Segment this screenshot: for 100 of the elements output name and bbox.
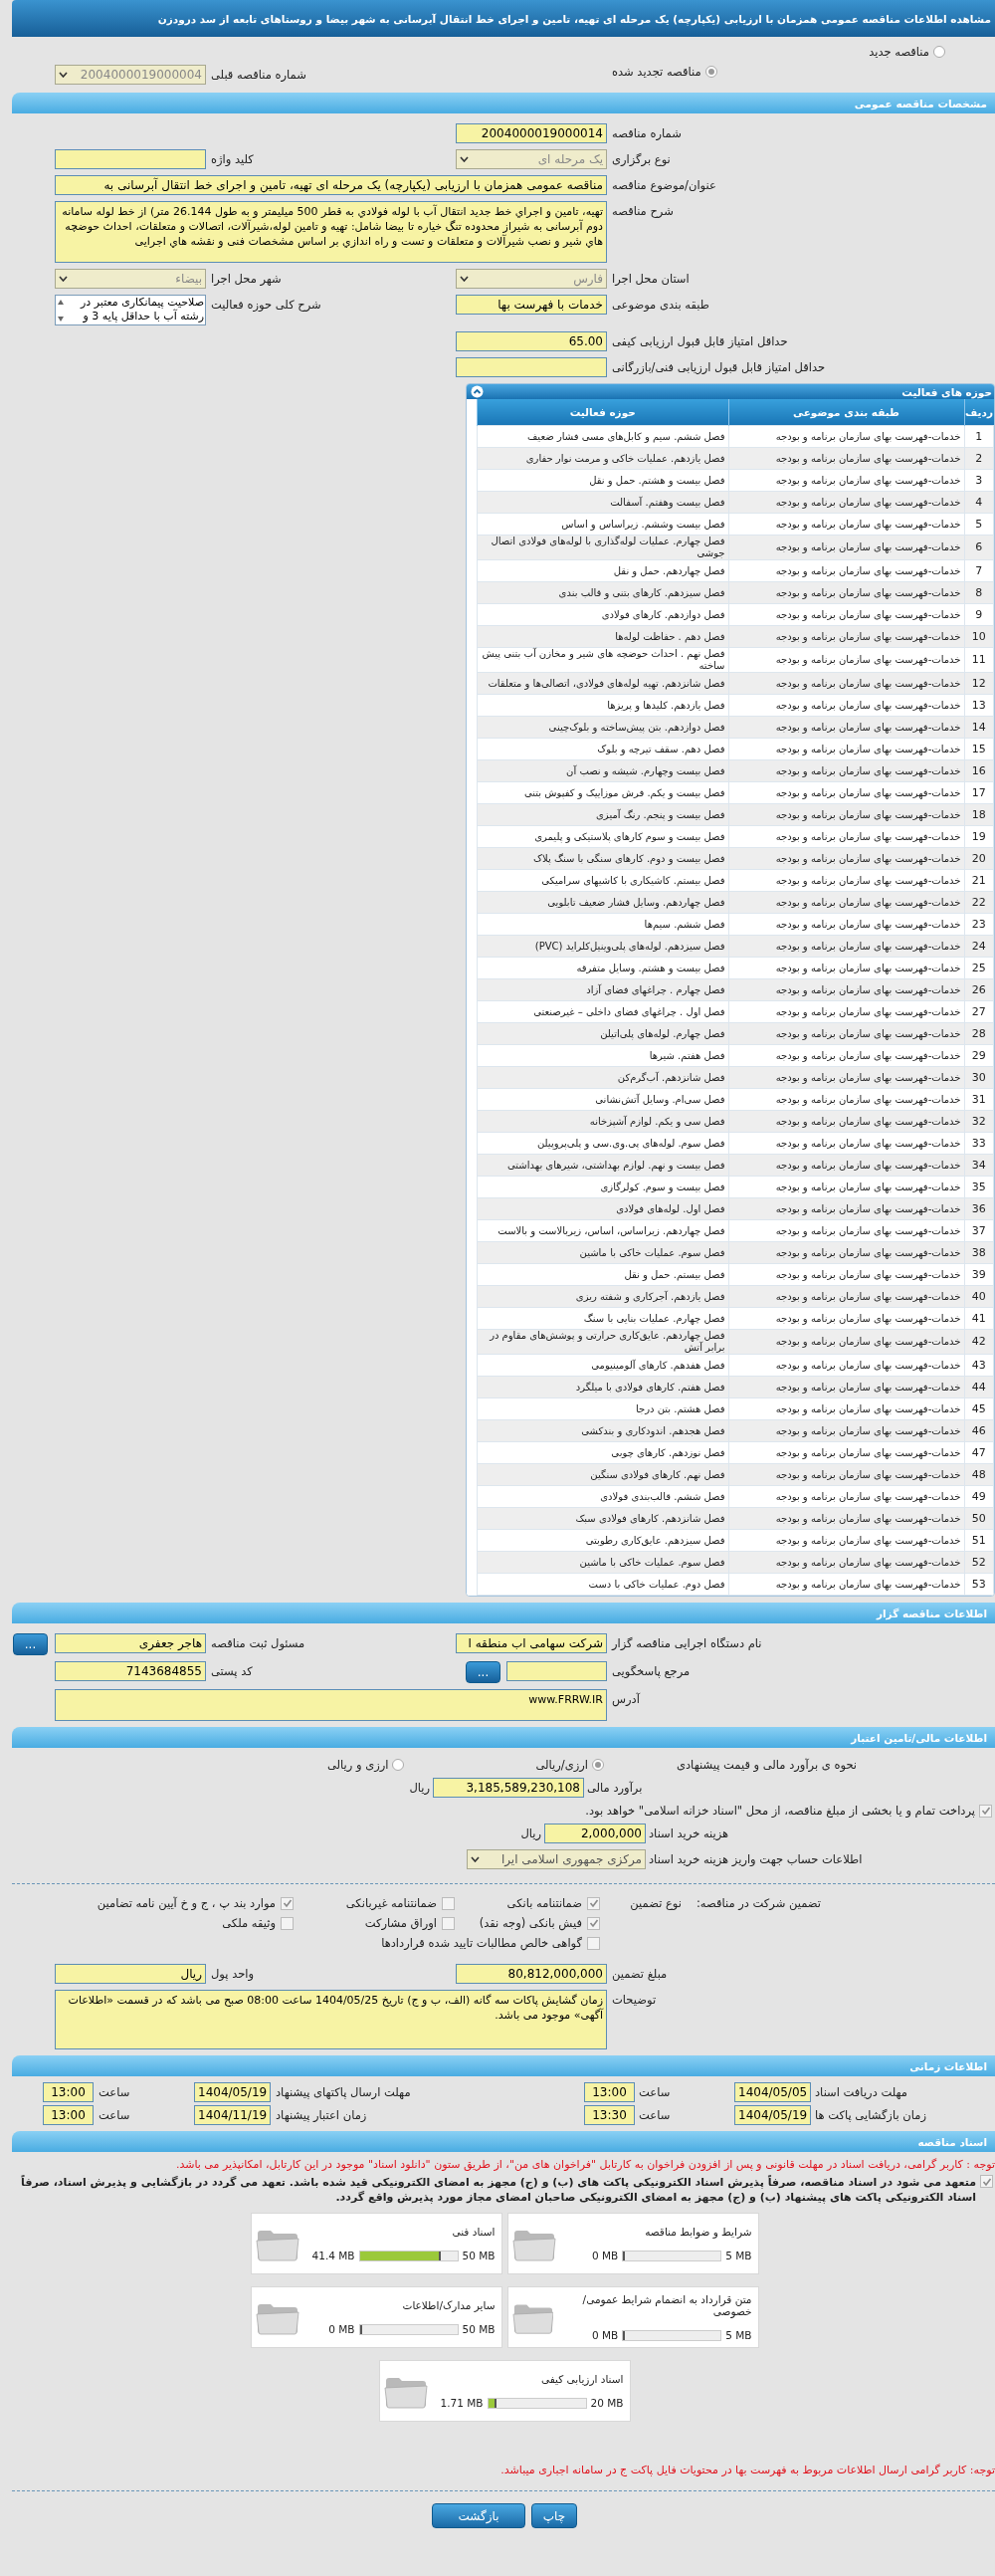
text-area[interactable]: www.FRRW.IR: [55, 1689, 607, 1721]
more-button[interactable]: ...: [13, 1633, 48, 1655]
text-area[interactable]: زمان گشایش پاکات سه گانه (الف، ب و ج) تاریخ 1404/05/25 ساعت 08:00 صبح می باشد که در قسمت «اطلاعات آگهی» موجود می باشد.: [55, 1990, 607, 2049]
input-field[interactable]: شرکت سهامی اب منطقه ا: [456, 1633, 607, 1653]
table-cell: فصل یازدهم. عملیات خاکی و مرمت نوار حفاری: [477, 447, 728, 470]
input-field[interactable]: 80,812,000,000: [456, 1964, 607, 1984]
input-field[interactable]: 7143684855: [55, 1661, 206, 1681]
table-cell: فصل چهاردهم. عایق‌کاری حرارتی و پوشش‌های مقاوم در برابر آتش: [477, 1329, 728, 1355]
checkbox[interactable]: [587, 1896, 600, 1910]
radio-label: ارزی و ریالی: [326, 1758, 389, 1772]
input-field[interactable]: 2004000019000014: [456, 123, 607, 143]
radio-button[interactable]: [704, 66, 717, 78]
table-cell: 24: [964, 935, 994, 958]
caret-icon: [460, 276, 469, 282]
radio-button[interactable]: [392, 1759, 405, 1771]
input-field[interactable]: [55, 149, 206, 169]
capacity-label: 50 MB: [462, 2250, 496, 2261]
table-cell: فصل دوازدهم. کارهای فولادی: [477, 603, 728, 626]
table-cell: خدمات-فهرست بهای سازمان برنامه و بودجه: [728, 1329, 964, 1355]
table-cell: 42: [964, 1329, 994, 1355]
table-cell: خدمات-فهرست بهای سازمان برنامه و بودجه: [728, 1022, 964, 1045]
table-cell: خدمات-فهرست بهای سازمان برنامه و بودجه: [728, 759, 964, 782]
input-field[interactable]: هاجر جعفری: [55, 1633, 206, 1653]
table-cell: خدمات-فهرست بهای سازمان برنامه و بودجه: [728, 581, 964, 604]
input-field[interactable]: 13:30: [584, 2105, 635, 2125]
table-cell: فصل هفدهم. کارهای آلومینیومی: [477, 1354, 728, 1377]
table-cell: فصل بیست و سوم. کولرگازی: [477, 1176, 728, 1198]
table-cell: 15: [964, 738, 994, 760]
input-field[interactable]: ریال: [55, 1964, 206, 1984]
checkbox[interactable]: [281, 1916, 294, 1930]
field-label: کد پستی: [211, 1664, 253, 1678]
table-cell: فصل دهم . حفاظت لوله‌ها: [477, 625, 728, 648]
radio-button[interactable]: [933, 46, 945, 58]
table-cell: فصل دهم. سقف تیرچه و بلوک: [477, 738, 728, 760]
table-cell: فصل بیست و دوم. کارهای سنگی با سنگ پلاک: [477, 847, 728, 870]
more-button[interactable]: ...: [466, 1661, 500, 1683]
table-cell: 43: [964, 1354, 994, 1377]
input-field[interactable]: 1404/05/19: [194, 2082, 271, 2102]
table-cell: فصل اول . چراغهای فضای داخلی – غیرصنعتی: [477, 1000, 728, 1023]
table-cell: 41: [964, 1307, 994, 1330]
dropdown[interactable]: مرکزی جمهوری اسلامی ایرا: [467, 1849, 646, 1869]
table-cell: فصل بیست و نهم. لوازم بهداشتی، شیرهای بهداشتی: [477, 1154, 728, 1177]
input-field[interactable]: 13:00: [43, 2082, 94, 2102]
table-cell: خدمات-فهرست بهای سازمان برنامه و بودجه: [728, 935, 964, 958]
field-label: استان محل اجرا: [612, 272, 690, 286]
table-cell: فصل نهم . احداث حوضچه های شیر و مخازن آب بتنی پیش ساخته: [477, 647, 728, 673]
collapse-icon[interactable]: [471, 385, 484, 398]
back-button[interactable]: بازگشت: [432, 2503, 525, 2528]
table-cell: خدمات-فهرست بهای سازمان برنامه و بودجه: [728, 1241, 964, 1264]
field-label: مهلت ارسال پاکتهای پیشنهاد: [275, 2084, 412, 2101]
checkbox[interactable]: [442, 1896, 455, 1910]
input-field[interactable]: مناقصه عمومی همزمان با ارزیابی (یکپارچه) یک مرحله ای تهیه، تامین و اجرای خط انتقال آبرسانی به: [55, 175, 607, 195]
table-cell: خدمات-فهرست بهای سازمان برنامه و بودجه: [728, 957, 964, 979]
input-field[interactable]: 2,000,000: [544, 1824, 646, 1843]
input-field[interactable]: 3,185,589,230,108: [433, 1778, 584, 1798]
table-cell: 17: [964, 781, 994, 804]
input-field[interactable]: [506, 1661, 607, 1681]
table-cell: فصل نوزدهم. کارهای چوبی: [477, 1441, 728, 1464]
input-field[interactable]: 13:00: [43, 2105, 94, 2125]
table-cell: فصل بیستم. کاشیکاری با کاشیهای سرامیکی: [477, 869, 728, 892]
list-box[interactable]: صلاحیت پیمانکاری معتبر در رشته آب با حداقل پایه 3 و: [55, 295, 206, 325]
field-label: برآورد مالی: [586, 1781, 644, 1795]
table-cell: خدمات-فهرست بهای سازمان برنامه و بودجه: [728, 625, 964, 648]
input-field[interactable]: 13:00: [584, 2082, 635, 2102]
table-cell: 31: [964, 1088, 994, 1111]
table-cell: 37: [964, 1219, 994, 1242]
field-label: ساعت: [638, 2107, 672, 2124]
field-label: نحوه ی برآورد مالی و قیمت پیشنهادی: [676, 1758, 859, 1772]
input-field[interactable]: 1404/05/05: [734, 2082, 811, 2102]
input-field[interactable]: [456, 357, 607, 377]
checkbox-label: گواهی خالص مطالبات تایید شده قراردادها: [381, 1936, 582, 1950]
input-field[interactable]: خدمات با فهرست بها: [456, 295, 607, 315]
table-cell: فصل هجدهم. اندودکاری و بندکشی: [477, 1419, 728, 1442]
radio-label: مناقصه تجدید شده: [612, 65, 701, 79]
table-cell: 34: [964, 1154, 994, 1177]
checkbox[interactable]: [979, 1804, 992, 1818]
checkbox-label: ضمانتنامه غیربانکی: [345, 1896, 437, 1910]
panel-title: حوزه های فعالیت: [901, 385, 992, 398]
field-label: عنوان/موضوع مناقصه: [612, 178, 716, 192]
table-cell: خدمات-فهرست بهای سازمان برنامه و بودجه: [728, 1044, 964, 1067]
text-area[interactable]: تهیه، تامین و اجراي خط جدید انتقال آب با لوله فولادي به قطر 500 میلیمتر و به طول 26.144 متر) از خط لوله سامانه دوم آبرسانی به شیراز محدوده تنگ خیاره تا بیضا شامل: تهیه و تامین لوله،شیرآلات، اتصالات و متعلقات، احداث حوضچه هاي شیر و نصب شیرآلات و متعلقات و تست و راه اندازي بر اساس مشخصات فنی و نقشه هاي اجرایی: [55, 201, 607, 263]
table-cell: 48: [964, 1463, 994, 1486]
table-cell: 12: [964, 672, 994, 695]
checkbox[interactable]: [442, 1916, 455, 1930]
used-label: 0 MB: [591, 2250, 619, 2261]
radio-button[interactable]: [592, 1759, 604, 1771]
table-cell: فصل بیست و یکم. فرش موزاییک و کفپوش بتنی: [477, 781, 728, 804]
checkbox[interactable]: [587, 1916, 600, 1930]
field-label: شماره مناقصه قبلی: [211, 68, 306, 82]
print-button[interactable]: چاپ: [531, 2503, 577, 2528]
input-field[interactable]: 1404/11/19: [194, 2105, 271, 2125]
input-field[interactable]: 1404/05/19: [734, 2105, 811, 2125]
checkbox[interactable]: [281, 1896, 294, 1910]
input-field[interactable]: 65.00: [456, 331, 607, 351]
table-cell: فصل یازدهم. آجرکاری و شفته ریزی: [477, 1285, 728, 1308]
checkbox[interactable]: [980, 2175, 993, 2188]
table-cell: فصل چهارم . چراغهای فضای آزاد: [477, 978, 728, 1001]
table-cell: 45: [964, 1397, 994, 1420]
checkbox[interactable]: [587, 1936, 600, 1950]
table-cell: خدمات-فهرست بهای سازمان برنامه و بودجه: [728, 738, 964, 760]
